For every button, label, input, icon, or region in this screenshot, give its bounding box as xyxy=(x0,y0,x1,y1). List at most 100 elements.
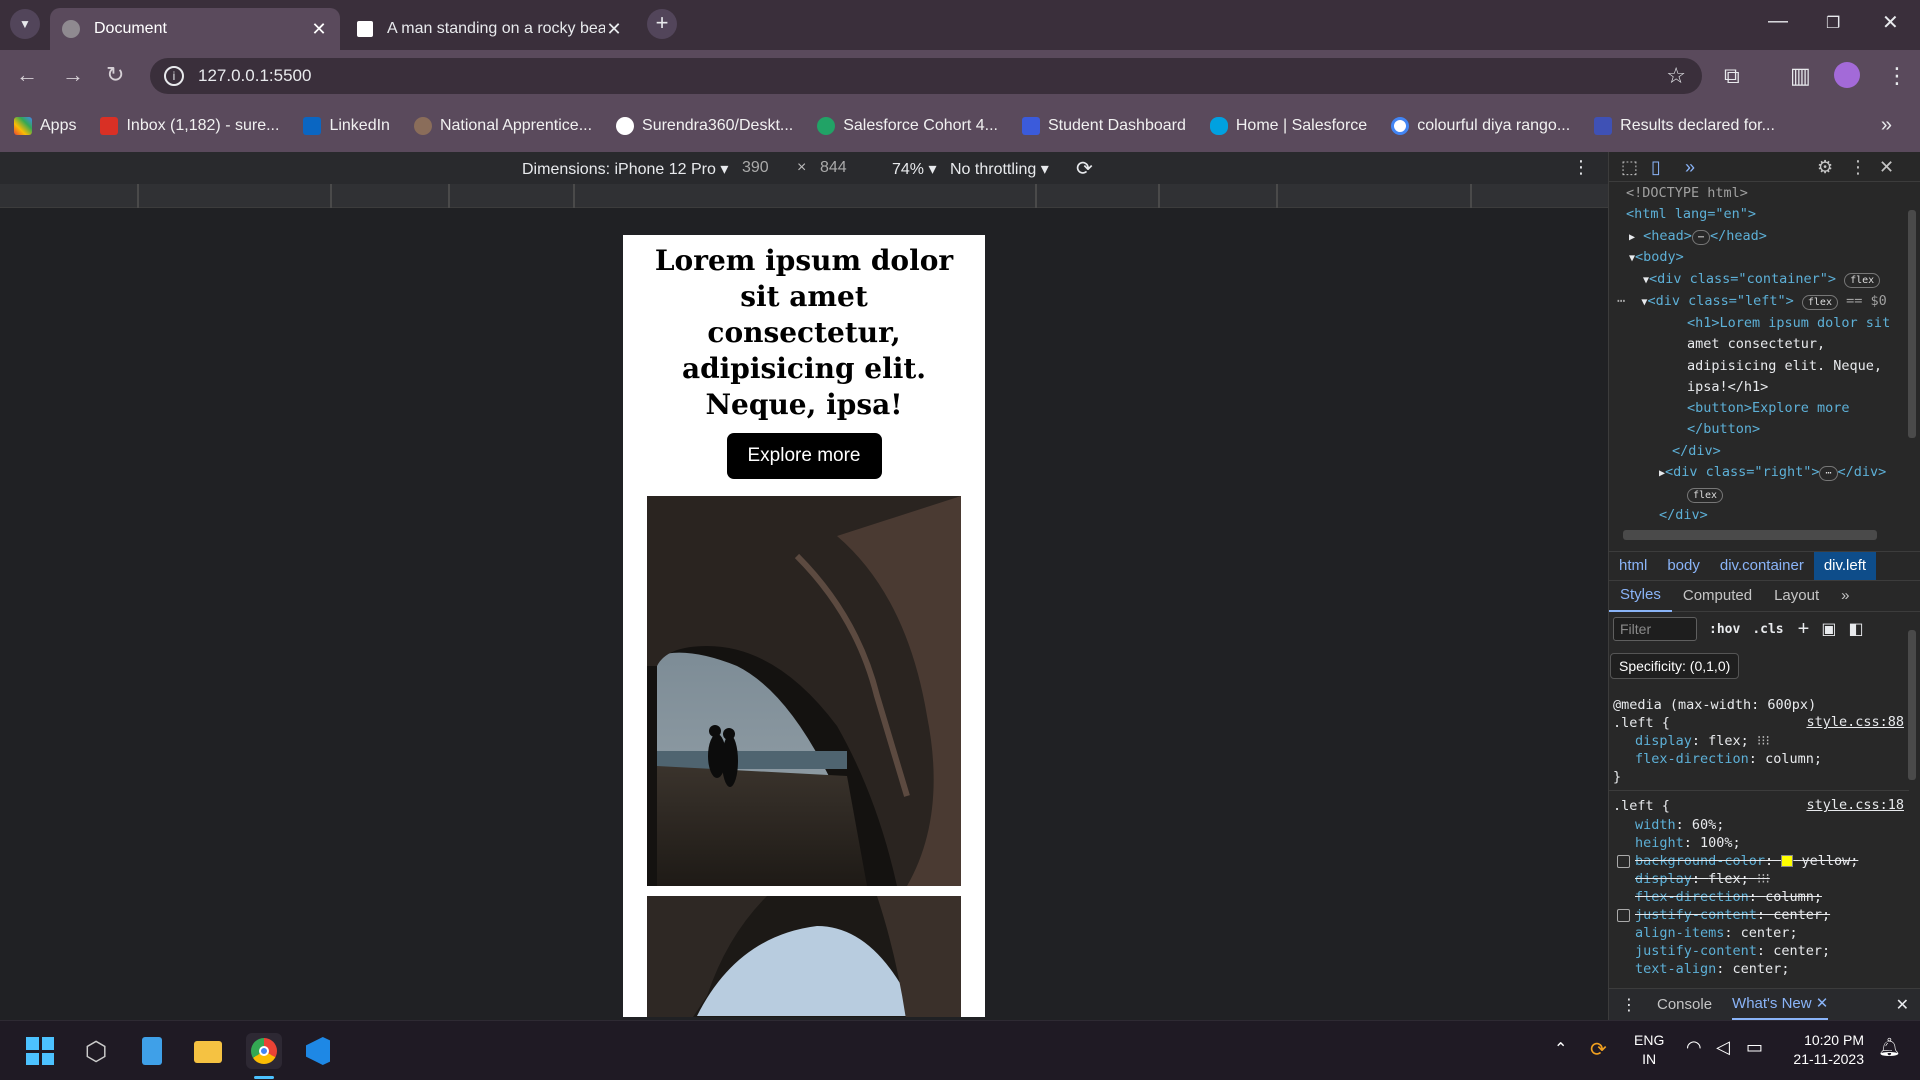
ruler-mark[interactable] xyxy=(448,184,450,208)
breadcrumb-item[interactable]: html xyxy=(1609,552,1657,580)
breadcrumb-item-selected[interactable]: div.left xyxy=(1813,551,1877,580)
close-icon[interactable]: ✕ xyxy=(310,19,328,40)
hov-toggle[interactable]: :hov xyxy=(1709,622,1740,637)
css-declaration-disabled[interactable]: justify-content: center; xyxy=(1635,906,1830,924)
minimize-icon[interactable]: — xyxy=(1768,10,1788,33)
property-checkbox[interactable] xyxy=(1617,855,1630,868)
inspect-element-icon[interactable]: ⬚ xyxy=(1621,157,1638,178)
bookmark-gmail[interactable]: Inbox (1,182) - sure... xyxy=(100,117,279,135)
css-declaration[interactable]: width: 60%; xyxy=(1635,816,1724,834)
css-declaration[interactable]: justify-content: center; xyxy=(1635,942,1830,960)
close-icon[interactable]: ✕ xyxy=(1816,995,1829,1012)
notification-bell-icon[interactable]: 🔔︎ xyxy=(1878,1037,1901,1058)
clock[interactable]: 10:20 PM 21-11-2023 xyxy=(1784,1031,1864,1069)
ellipsis-badge[interactable]: ⋯ xyxy=(1691,230,1710,245)
ruler-mark[interactable] xyxy=(137,184,139,208)
language-indicator[interactable]: ENG IN xyxy=(1634,1031,1664,1069)
ruler-mark[interactable] xyxy=(1035,184,1037,208)
close-icon[interactable]: ✕ xyxy=(605,19,623,40)
property-checkbox[interactable] xyxy=(1617,909,1630,922)
dom-line[interactable]: ▼<div class="container"> flex xyxy=(1643,269,1881,292)
paint-brush-icon[interactable]: ▣ xyxy=(1821,619,1836,639)
elements-scrollbar[interactable] xyxy=(1908,210,1916,438)
bookmark-national-apprentice[interactable]: National Apprentice... xyxy=(413,117,592,135)
restore-icon[interactable]: ❐ xyxy=(1826,13,1840,33)
tab-console[interactable]: Console xyxy=(1657,996,1712,1013)
tab-unsplash[interactable]: A man standing on a rocky beac ✕ xyxy=(345,8,635,50)
dom-line[interactable]: <h1>Lorem ipsum dolor sit xyxy=(1687,313,1890,335)
bookmark-github[interactable]: Surendra360/Deskt... xyxy=(616,117,793,135)
source-link[interactable]: style.css:88 xyxy=(1806,714,1904,730)
dom-line[interactable]: <html lang="en"> xyxy=(1626,204,1756,226)
forward-icon[interactable]: → xyxy=(62,62,84,88)
volume-icon[interactable]: ◁ xyxy=(1716,1037,1730,1058)
css-declaration[interactable]: height: 100%; xyxy=(1635,834,1741,852)
zoom-select[interactable]: 74% ▾ xyxy=(892,159,937,179)
tab-layout[interactable]: Layout xyxy=(1763,581,1830,611)
notepad-icon[interactable] xyxy=(134,1033,170,1069)
rotate-icon[interactable]: ⟳ xyxy=(1076,156,1093,181)
address-bar[interactable]: i 127.0.0.1:5500 ☆ xyxy=(150,58,1702,94)
ruler-mark[interactable] xyxy=(330,184,332,208)
height-input[interactable]: 844 xyxy=(820,159,847,177)
flexbox-editor-icon[interactable]: ⁝⁝⁝ xyxy=(1757,871,1770,887)
styles-filter-input[interactable]: Filter xyxy=(1613,617,1697,641)
double-chevron-icon[interactable]: » xyxy=(1830,581,1860,611)
css-declaration-disabled[interactable]: display: flex; ⁝⁝⁝ xyxy=(1635,870,1770,888)
new-tab-button[interactable]: + xyxy=(647,9,677,39)
close-drawer-icon[interactable]: ✕ xyxy=(1896,995,1909,1015)
breadcrumb-item[interactable]: body xyxy=(1657,552,1710,580)
back-icon[interactable]: ← xyxy=(16,62,38,88)
double-chevron-icon[interactable]: » xyxy=(1685,157,1695,178)
ellipsis-icon[interactable]: ⋯ xyxy=(1617,293,1625,309)
app-cube-icon[interactable]: ⬡ xyxy=(78,1033,114,1069)
ruler-mark[interactable] xyxy=(1276,184,1278,208)
dom-line[interactable]: adipisicing elit. Neque, xyxy=(1687,356,1882,378)
tab-document[interactable]: Document ✕ xyxy=(50,8,340,50)
avatar[interactable] xyxy=(1834,62,1860,88)
ruler-mark[interactable] xyxy=(1470,184,1472,208)
horizontal-scrollbar[interactable] xyxy=(1623,530,1877,540)
rule-selector[interactable]: .left { xyxy=(1613,714,1670,732)
kebab-menu-icon[interactable]: ⋮ xyxy=(1849,157,1867,178)
flex-badge[interactable]: flex xyxy=(1687,488,1724,503)
wifi-icon[interactable]: ◠ xyxy=(1686,1037,1702,1058)
reload-icon[interactable]: ↻ xyxy=(106,62,124,88)
dom-line[interactable]: flex xyxy=(1687,484,1724,506)
bookmark-salesforce-cohort[interactable]: Salesforce Cohort 4... xyxy=(817,117,998,135)
star-icon[interactable]: ☆ xyxy=(1666,63,1686,89)
triangle-right-icon[interactable]: ▶ xyxy=(1629,232,1635,243)
css-declaration-disabled[interactable]: background-color: yellow; xyxy=(1635,852,1858,870)
bookmark-linkedin[interactable]: LinkedIn xyxy=(303,117,390,135)
tab-whats-new[interactable]: What's New ✕ xyxy=(1732,990,1829,1020)
bookmark-google-search[interactable]: colourful diya rango... xyxy=(1391,117,1570,135)
css-declaration[interactable]: text-align: center; xyxy=(1635,960,1789,978)
dom-line[interactable]: ▼<body> xyxy=(1629,247,1684,270)
css-declaration[interactable]: flex-direction: column; xyxy=(1635,750,1822,768)
device-toggle-icon[interactable]: ▯ xyxy=(1651,157,1661,178)
source-link[interactable]: style.css:18 xyxy=(1806,797,1904,813)
add-rule-icon[interactable]: + xyxy=(1798,618,1810,641)
bookmark-apps[interactable]: Apps xyxy=(14,117,76,135)
dom-line[interactable]: <button>Explore more xyxy=(1687,398,1850,420)
windows-start-icon[interactable] xyxy=(22,1033,58,1069)
bookmark-results[interactable]: Results declared for... xyxy=(1594,117,1775,135)
color-swatch[interactable] xyxy=(1781,855,1794,867)
sync-icon[interactable]: ⟳ xyxy=(1590,1037,1607,1062)
styles-scrollbar[interactable] xyxy=(1908,630,1916,780)
width-input[interactable]: 390 xyxy=(742,159,769,177)
bookmark-student-dashboard[interactable]: Student Dashboard xyxy=(1021,117,1186,135)
ruler-mark[interactable] xyxy=(573,184,575,208)
battery-icon[interactable]: ▭ xyxy=(1746,1037,1763,1058)
device-select[interactable]: Dimensions: iPhone 12 Pro ▾ xyxy=(522,159,728,179)
css-declaration[interactable]: align-items: center; xyxy=(1635,924,1798,942)
chrome-icon[interactable] xyxy=(246,1033,282,1069)
kebab-menu-icon[interactable]: ⋮ xyxy=(1572,157,1590,178)
vscode-icon[interactable] xyxy=(300,1033,336,1069)
flexbox-editor-icon[interactable]: ⁝⁝⁝ xyxy=(1757,733,1770,749)
kebab-menu-icon[interactable]: ⋮ xyxy=(1886,63,1908,89)
dom-line[interactable]: </div> xyxy=(1659,505,1708,527)
cls-toggle[interactable]: .cls xyxy=(1752,622,1783,637)
settings-gear-icon[interactable]: ⚙ xyxy=(1817,157,1833,178)
tab-styles[interactable]: Styles xyxy=(1609,580,1672,612)
